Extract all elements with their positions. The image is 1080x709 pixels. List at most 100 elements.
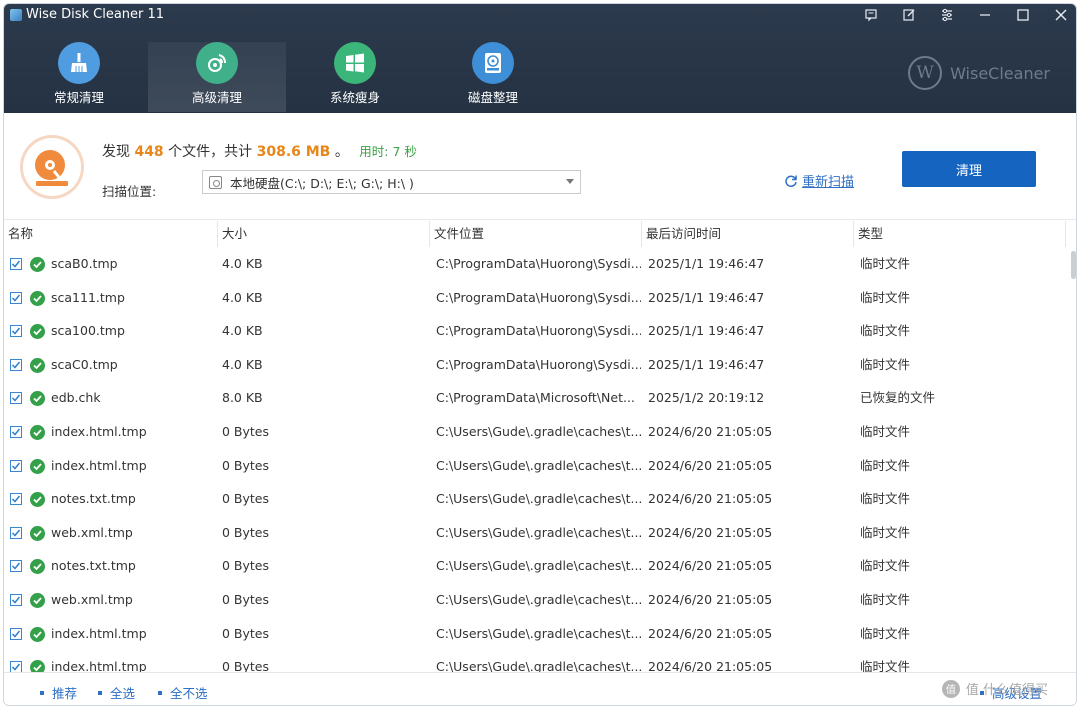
row-checkbox[interactable] [10, 325, 22, 338]
table-row[interactable]: notes.txt.tmp 0 Bytes C:\Users\Gude\.gradl… [4, 482, 1066, 516]
close-icon[interactable] [1048, 5, 1074, 25]
cell-location: C:\ProgramData\Huorong\Sysdi... [436, 289, 641, 305]
cell-type: 临时文件 [860, 356, 911, 372]
select-all-link[interactable]: 全选 [98, 683, 135, 702]
cell-type: 临时文件 [860, 659, 911, 672]
app-icon [10, 9, 22, 21]
cell-type: 临时文件 [860, 457, 911, 473]
table-row[interactable]: web.xml.tmp 0 Bytes C:\Users\Gude\.gradle\… [4, 583, 1066, 617]
table-row[interactable]: index.html.tmp 0 Bytes C:\Users\Gude\.grad… [4, 415, 1066, 449]
total-size: 308.6 MB [256, 144, 331, 160]
nav-label: 高级清理 [191, 90, 242, 105]
row-checkbox[interactable] [10, 493, 22, 506]
cell-last-access: 2024/6/20 21:05:05 [648, 591, 773, 607]
cell-last-access: 2025/1/1 19:46:47 [648, 256, 765, 271]
title-bar: Wise Disk Cleaner 11 [4, 4, 1076, 26]
table-row[interactable]: web.xml.tmp 0 Bytes C:\Users\Gude\.gradle\… [4, 516, 1066, 550]
cell-name: sca111.tmp [51, 289, 125, 305]
table-row[interactable]: edb.chk 8.0 KB C:\ProgramData\Microsoft\Ne… [4, 381, 1066, 415]
column-header-size[interactable]: 大小 [218, 221, 430, 247]
settings-menu-icon[interactable] [934, 5, 960, 25]
nav-item-system-slim[interactable]: 系统瘦身 [286, 42, 424, 112]
column-header-location[interactable]: 文件位置 [430, 221, 642, 247]
brand-name: WiseCleaner [950, 63, 1050, 83]
checkmark-icon [11, 394, 21, 402]
table-row[interactable]: index.html.tmp 0 Bytes C:\Users\Gude\.grad… [4, 449, 1066, 483]
clean-button[interactable]: 清理 [902, 151, 1036, 187]
found-summary: 发现 448 个文件，共计 308.6 MB 。 用时: 7 秒 [102, 141, 417, 161]
cell-location: C:\Users\Gude\.gradle\caches\t... [436, 423, 641, 439]
check-circle-icon [30, 525, 45, 541]
cell-location: C:\Users\Gude\.gradle\caches\t... [436, 524, 641, 540]
row-checkbox[interactable] [10, 459, 22, 472]
cell-name: index.html.tmp [51, 625, 147, 641]
row-checkbox[interactable] [10, 661, 22, 672]
advanced-clean-icon [196, 42, 238, 84]
checkmark-icon [11, 428, 21, 436]
brand: W WiseCleaner [908, 56, 1050, 90]
file-table: 名称 大小 文件位置 最后访问时间 类型 scaB0.tmp 4.0 KB C:\P… [4, 221, 1076, 672]
cell-type: 临时文件 [860, 625, 911, 641]
maximize-icon[interactable] [1010, 5, 1036, 25]
cell-name: scaC0.tmp [51, 356, 118, 372]
edit-icon[interactable] [896, 5, 922, 25]
cell-last-access: 2025/1/1 19:46:47 [648, 356, 765, 372]
file-count: 448 [134, 144, 164, 160]
table-row[interactable]: index.html.tmp 0 Bytes C:\Users\Gude\.grad… [4, 617, 1066, 651]
header: Wise Disk Cleaner 11 常规清理 高级清理 系统瘦身 磁盘整理… [4, 4, 1076, 113]
cell-name: index.html.tmp [51, 423, 147, 439]
nav-item-common-clean[interactable]: 常规清理 [10, 42, 148, 112]
table-row[interactable]: index.html.tmp 0 Bytes C:\Users\Gude\.grad… [4, 650, 1066, 672]
row-checkbox[interactable] [10, 593, 22, 606]
check-circle-icon [30, 660, 45, 672]
table-row[interactable]: scaC0.tmp 4.0 KB C:\ProgramData\Huorong\Sy… [4, 348, 1066, 382]
cell-location: C:\ProgramData\Huorong\Sysdi... [436, 323, 641, 339]
table-row[interactable]: sca100.tmp 4.0 KB C:\ProgramData\Huorong\S… [4, 314, 1066, 348]
row-checkbox[interactable] [10, 560, 22, 573]
column-header-last-access[interactable]: 最后访问时间 [642, 221, 854, 247]
cell-size: 0 Bytes [222, 558, 270, 574]
check-circle-icon [30, 592, 45, 608]
column-header-type[interactable]: 类型 [854, 221, 1066, 247]
nav-label: 磁盘整理 [467, 90, 518, 105]
bullet-icon [40, 690, 44, 695]
table-row[interactable]: sca111.tmp 4.0 KB C:\ProgramData\Huorong\S… [4, 281, 1066, 315]
table-row[interactable]: notes.txt.tmp 0 Bytes C:\Users\Gude\.gradl… [4, 549, 1066, 583]
minimize-icon[interactable] [972, 5, 998, 25]
nav-label: 系统瘦身 [329, 90, 380, 105]
recommend-link[interactable]: 推荐 [40, 683, 77, 702]
nav-item-defrag[interactable]: 磁盘整理 [424, 42, 562, 112]
rescan-link[interactable]: 重新扫描 [784, 171, 854, 190]
cell-type: 临时文件 [860, 524, 911, 540]
scan-location-select[interactable]: 本地硬盘(C:\; D:\; E:\; G:\; H:\ ) [202, 170, 581, 194]
cell-size: 4.0 KB [222, 323, 263, 339]
scan-summary: 发现 448 个文件，共计 308.6 MB 。 用时: 7 秒 扫描位置: 本… [4, 113, 1076, 220]
row-checkbox[interactable] [10, 425, 22, 438]
row-checkbox[interactable] [10, 258, 22, 270]
feedback-icon[interactable] [858, 5, 884, 25]
scan-location-label: 扫描位置: [102, 184, 157, 199]
cell-location: C:\ProgramData\Huorong\Sysdi... [436, 356, 641, 372]
defrag-icon [472, 42, 514, 84]
cell-last-access: 2025/1/1 19:46:47 [648, 289, 765, 305]
check-circle-icon [30, 357, 45, 373]
row-checkbox[interactable] [10, 291, 22, 304]
select-none-label: 全不选 [170, 686, 208, 701]
nav-label: 常规清理 [53, 90, 104, 105]
row-checkbox[interactable] [10, 358, 22, 371]
select-none-link[interactable]: 全不选 [158, 683, 208, 702]
table-row[interactable]: scaB0.tmp 4.0 KB C:\ProgramData\Huorong\Sy… [4, 247, 1066, 281]
select-all-label: 全选 [110, 686, 136, 701]
cell-type: 临时文件 [860, 323, 911, 339]
cell-name: edb.chk [51, 390, 101, 406]
row-checkbox[interactable] [10, 526, 22, 539]
watermark-logo-icon: 值 [941, 679, 960, 698]
cell-size: 0 Bytes [222, 591, 270, 607]
row-checkbox[interactable] [10, 392, 22, 405]
nav-item-advanced-clean[interactable]: 高级清理 [148, 42, 286, 112]
cell-name: index.html.tmp [51, 457, 147, 473]
row-checkbox[interactable] [10, 627, 22, 640]
column-header-name[interactable]: 名称 [4, 221, 218, 247]
scrollbar-thumb[interactable] [1071, 251, 1076, 279]
cell-last-access: 2024/6/20 21:05:05 [648, 491, 773, 507]
